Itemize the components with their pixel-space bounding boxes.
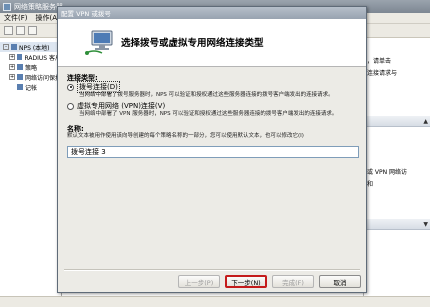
name-label: 名称: xyxy=(67,125,84,133)
console-tree: - NPS (本地) + RADIUS 客户 + 策略 + 网络访问保护 记帐 xyxy=(0,38,62,306)
vpn-radio[interactable] xyxy=(67,102,74,110)
next-button[interactable]: 下一步(N) xyxy=(225,275,267,288)
actions-text: 和 xyxy=(367,181,374,188)
network-connection-icon xyxy=(85,30,113,55)
vpn-description: 当网络中部署了 VPN 服务器时，NPS 可以验证和授权通过这些服务器连接的拨号… xyxy=(79,111,338,117)
name-description: 默认文本被用作使用该向导创建的每个策略名称的一部分，您可以使用默认文本，也可以修… xyxy=(67,133,304,139)
folder-icon xyxy=(17,64,23,70)
tree-item-policies[interactable]: + 策略 xyxy=(0,62,61,72)
main-window-title: 网络策略服务器 xyxy=(14,2,63,11)
tree-item-radius[interactable]: + RADIUS 客户 xyxy=(0,52,61,62)
expand-arrow-icon[interactable]: ▼ xyxy=(423,221,430,228)
server-icon xyxy=(11,44,17,50)
dialog-titlebar[interactable]: 配置 VPN 或拨号 xyxy=(58,7,366,19)
dialup-description: 当网络中部署了拨号服务器时，NPS 可以验证和授权通过这些服务器连接的拨号客户端… xyxy=(79,92,334,98)
tree-item-accounting[interactable]: 记帐 xyxy=(0,82,61,92)
actions-text: ，请单击 xyxy=(367,58,392,65)
cancel-button[interactable]: 取消 xyxy=(319,275,361,288)
app-icon xyxy=(3,2,11,11)
tree-item-nps[interactable]: - NPS (本地) xyxy=(0,42,61,52)
collapse-arrow-icon[interactable]: ▲ xyxy=(423,118,430,125)
wizard-header: 选择拨号或虚拟专用网络连接类型 xyxy=(58,19,366,67)
previous-button[interactable]: 上一步(P) xyxy=(178,275,220,288)
tree-item-label: NPS (本地) xyxy=(19,44,50,52)
policy-name-input[interactable]: 拨号连接 3 xyxy=(67,146,359,158)
dialup-label[interactable]: 拨号连接(D) xyxy=(77,81,120,93)
wizard-dialog: 配置 VPN 或拨号 选择拨号或虚拟专用网络连接类型 连接类型: 拨号连接(D)… xyxy=(57,6,367,293)
vpn-label[interactable]: 虚拟专用网络 (VPN)连接(V) xyxy=(77,101,165,111)
wizard-content: 连接类型: 拨号连接(D) 当网络中部署了拨号服务器时，NPS 可以验证和授权通… xyxy=(67,73,359,158)
status-bar xyxy=(0,296,430,307)
wizard-page-title: 选择拨号或虚拟专用网络连接类型 xyxy=(121,38,264,49)
forward-icon[interactable] xyxy=(16,26,25,35)
actions-header[interactable]: ▲ xyxy=(364,116,430,127)
actions-text: 或 VPN 网络访 xyxy=(367,169,408,176)
tree-item-label: 策略 xyxy=(25,64,38,72)
dialup-option[interactable]: 拨号连接(D) xyxy=(67,81,359,93)
vpn-option[interactable]: 虚拟专用网络 (VPN)连接(V) xyxy=(67,101,359,111)
accounting-icon xyxy=(17,84,23,90)
button-separator xyxy=(64,269,360,271)
shield-icon xyxy=(17,74,23,80)
menu-file[interactable]: 文件(F) xyxy=(4,13,28,23)
expand-icon[interactable]: + xyxy=(9,64,15,70)
folder-icon xyxy=(17,54,23,60)
dialup-radio[interactable] xyxy=(67,83,74,91)
collapse-icon[interactable]: - xyxy=(3,44,9,50)
tree-item-label: 网络访问保护 xyxy=(24,74,61,82)
dialog-title: 配置 VPN 或拨号 xyxy=(61,10,111,18)
back-icon[interactable] xyxy=(4,26,13,35)
finish-button[interactable]: 完成(F) xyxy=(272,275,314,288)
tree-item-nap[interactable]: + 网络访问保护 xyxy=(0,72,61,82)
tree-item-label: RADIUS 客户 xyxy=(24,54,61,62)
actions-text: 连接请求与 xyxy=(367,70,398,77)
actions-pane: ，请单击 连接请求与 ▲ 或 VPN 网络访 和 ▼ xyxy=(363,38,430,306)
actions-header[interactable]: ▼ xyxy=(364,219,430,230)
up-icon[interactable] xyxy=(28,26,37,35)
expand-icon[interactable]: + xyxy=(9,74,15,80)
expand-icon[interactable]: + xyxy=(9,54,15,60)
tree-item-label: 记帐 xyxy=(25,84,38,92)
